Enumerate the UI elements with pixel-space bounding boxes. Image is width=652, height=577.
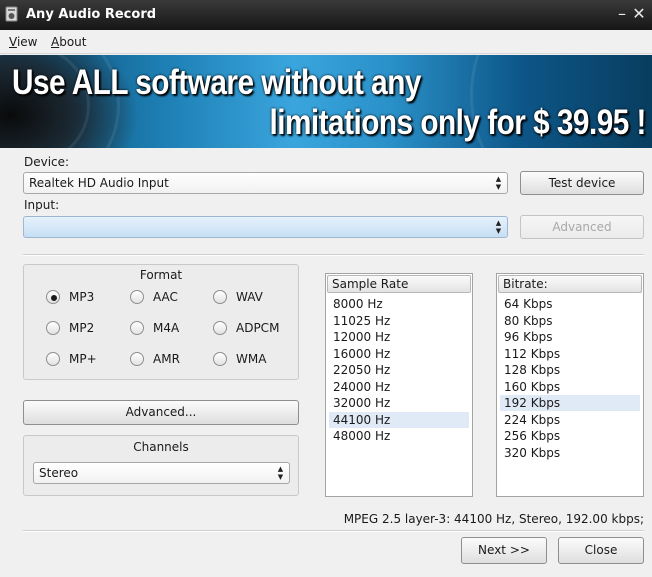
bitrate-item[interactable]: 64 Kbps — [500, 296, 640, 312]
window-title: Any Audio Record — [26, 7, 157, 22]
channels-group: Channels Stereo ▲ ▼ — [23, 435, 299, 496]
promo-banner[interactable]: Use ALL software without any limitations… — [0, 55, 652, 148]
format-title: Format — [139, 268, 183, 282]
spin-arrows-icon: ▲ ▼ — [495, 219, 502, 235]
menu-bar: View About — [0, 30, 652, 54]
format-option-label: MP+ — [69, 352, 97, 366]
input-select[interactable]: ▲ ▼ — [23, 216, 508, 238]
radio-circle[interactable] — [46, 321, 60, 335]
sample-rate-item[interactable]: 8000 Hz — [329, 296, 469, 312]
bitrate-item[interactable]: 256 Kbps — [500, 428, 640, 444]
input-label: Input: — [24, 198, 60, 212]
format-option-label: AAC — [153, 290, 178, 304]
bitrate-header[interactable]: Bitrate: — [498, 275, 642, 293]
menu-about-mnemonic: A — [51, 35, 60, 49]
test-device-button[interactable]: Test device — [520, 171, 644, 195]
bitrate-item[interactable]: 160 Kbps — [500, 379, 640, 395]
sample-rate-item[interactable]: 16000 Hz — [329, 346, 469, 362]
sample-rate-item[interactable]: 11025 Hz — [329, 313, 469, 329]
bitrate-item[interactable]: 80 Kbps — [500, 313, 640, 329]
channels-select[interactable]: Stereo ▲ ▼ — [33, 462, 290, 484]
sample-rate-item[interactable]: 22050 Hz — [329, 362, 469, 378]
radio-circle[interactable] — [130, 321, 144, 335]
format-option-label: WAV — [236, 290, 263, 304]
bitrate-list[interactable]: Bitrate: 64 Kbps 80 Kbps 96 Kbps 112 Kbps 12… — [496, 273, 644, 497]
channels-title: Channels — [133, 440, 189, 454]
format-option-label: ADPCM — [236, 321, 280, 335]
close-icon[interactable]: ✕ — [630, 3, 648, 25]
spin-arrows-icon: ▲ ▼ — [277, 465, 284, 481]
close-button[interactable]: Close — [558, 537, 644, 564]
bitrate-item[interactable]: 224 Kbps — [500, 412, 640, 428]
title-bar[interactable]: Any Audio Record – ✕ — [0, 0, 652, 30]
spin-arrows-icon: ▲ ▼ — [495, 175, 502, 191]
format-option-label: AMR — [153, 352, 180, 366]
bitrate-item[interactable]: 128 Kbps — [500, 362, 640, 378]
radio-circle[interactable] — [46, 352, 60, 366]
bitrate-item[interactable]: 320 Kbps — [500, 445, 640, 461]
device-label: Device: — [24, 155, 70, 169]
format-option-label: MP3 — [69, 290, 95, 304]
bitrate-item[interactable]: 192 Kbps — [500, 395, 640, 411]
banner-headline: Use ALL software without any — [12, 63, 421, 102]
bitrate-item[interactable]: 96 Kbps — [500, 329, 640, 345]
banner-price: limitations only for $ 39.95 ! — [269, 103, 646, 142]
menu-view[interactable]: View — [9, 35, 37, 49]
input-advanced-button[interactable]: Advanced — [520, 215, 644, 239]
radio-selected-dot — [51, 295, 57, 301]
advanced-button[interactable]: Advanced... — [23, 400, 299, 425]
format-option-label: MP2 — [69, 321, 95, 335]
next-button[interactable]: Next >> — [461, 537, 547, 564]
sample-rate-item[interactable]: 12000 Hz — [329, 329, 469, 345]
format-group: Format MP3 AAC WAV MP2 M4A ADPCM MP+ AMR WMA — [23, 264, 299, 380]
sample-rate-item[interactable]: 24000 Hz — [329, 379, 469, 395]
radio-circle[interactable] — [130, 352, 144, 366]
format-option-label: WMA — [236, 352, 267, 366]
menu-about-label: bout — [59, 35, 87, 49]
radio-circle[interactable] — [213, 321, 227, 335]
menu-view-label: iew — [16, 35, 38, 49]
device-value: Realtek HD Audio Input — [29, 176, 169, 190]
menu-view-mnemonic: V — [9, 35, 17, 49]
radio-circle[interactable] — [213, 352, 227, 366]
format-option-label: M4A — [153, 321, 180, 335]
sample-rate-item[interactable]: 44100 Hz — [329, 411, 469, 428]
app-icon — [5, 6, 18, 22]
minimize-icon[interactable]: – — [613, 3, 631, 25]
bitrate-item[interactable]: 112 Kbps — [500, 346, 640, 362]
radio-circle[interactable] — [213, 290, 227, 304]
menu-about[interactable]: About — [51, 35, 87, 49]
channels-value: Stereo — [39, 466, 79, 480]
format-status: MPEG 2.5 layer-3: 44100 Hz, Stereo, 192.… — [343, 512, 644, 526]
section-divider — [23, 254, 644, 256]
radio-circle[interactable] — [46, 290, 60, 304]
radio-circle[interactable] — [130, 290, 144, 304]
footer-divider — [23, 530, 644, 532]
device-select[interactable]: Realtek HD Audio Input ▲ ▼ — [23, 172, 508, 194]
sample-rate-header[interactable]: Sample Rate — [327, 275, 471, 293]
sample-rate-item[interactable]: 48000 Hz — [329, 428, 469, 444]
sample-rate-list[interactable]: Sample Rate 8000 Hz 11025 Hz 12000 Hz 16000… — [325, 273, 473, 497]
sample-rate-item[interactable]: 32000 Hz — [329, 395, 469, 411]
